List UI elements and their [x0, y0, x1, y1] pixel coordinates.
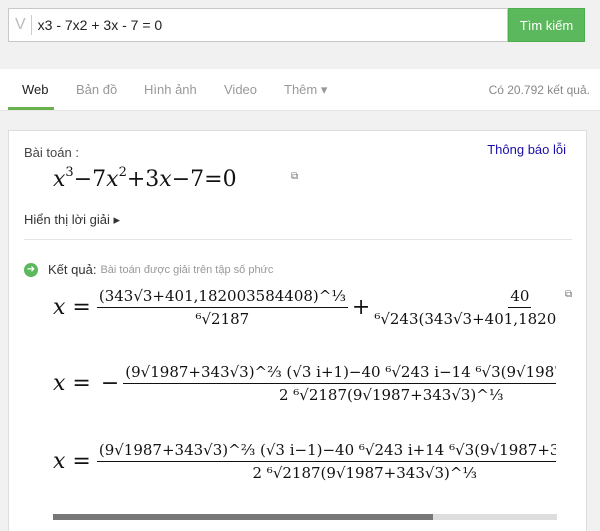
- copy-icon[interactable]: ⧉: [291, 171, 298, 182]
- horizontal-scrollbar[interactable]: [53, 514, 557, 520]
- denominator: 2 ⁶√2187(9√1987+343√3)^⅓: [252, 464, 477, 482]
- tab-video[interactable]: Video: [224, 82, 257, 97]
- denominator: 2 ⁶√2187(9√1987+343√3)^⅓: [278, 386, 504, 404]
- eq-term: x: [159, 167, 172, 192]
- tab-web[interactable]: Web: [22, 82, 49, 97]
- solution-3: x = (9√1987+343√3)^⅔ (√3 i−1)−40 ⁶√243 i…: [53, 441, 556, 482]
- denominator: ⁶√243(343√3+401,182003584408)^⅓: [374, 310, 556, 328]
- tab-bar: Web Bản đồ Hình ảnh Video Thêm ▾ Có 20.7…: [0, 69, 600, 111]
- report-error-link[interactable]: Thông báo lỗi: [487, 142, 566, 157]
- eq-term: +3: [126, 167, 160, 192]
- search-header: V Tìm kiếm: [0, 0, 600, 68]
- active-tab-indicator: [8, 107, 54, 110]
- problem-label: Bài toán :: [24, 145, 79, 160]
- eq-term: −7: [73, 167, 107, 192]
- show-solution-toggle[interactable]: Hiển thị lời giải ▸: [24, 212, 120, 228]
- search-input[interactable]: [31, 17, 492, 33]
- eq-term: x: [53, 167, 66, 192]
- logo: V: [9, 15, 32, 35]
- numerator: (9√1987+343√3)^⅔ (√3 i−1)−40 ⁶√243 i+14 …: [96, 441, 556, 462]
- solutions-viewport: x = (343√3+401,182003584408)^⅓ ⁶√2187 + 4…: [53, 281, 556, 511]
- fraction: (9√1987+343√3)^⅔ (√3 i+1)−40 ⁶√243 i−14 …: [123, 363, 556, 404]
- fraction: 40 ⁶√243(343√3+401,182003584408)^⅓: [374, 287, 556, 328]
- arrow-right-circle-icon: ➜: [24, 262, 38, 277]
- numerator: (343√3+401,182003584408)^⅓: [96, 287, 348, 308]
- eq-exp: 3: [65, 165, 74, 180]
- denominator: ⁶√2187: [195, 310, 250, 328]
- eq-term: x: [106, 167, 119, 192]
- scrollbar-thumb[interactable]: [53, 514, 433, 520]
- eq-exp: 2: [118, 165, 127, 180]
- tab-more[interactable]: Thêm ▾: [284, 82, 327, 98]
- result-note: Bài toán được giải trên tập số phức: [100, 263, 274, 276]
- search-button[interactable]: Tìm kiếm: [508, 8, 585, 42]
- solution-lhs: x =: [53, 371, 91, 396]
- numerator: (9√1987+343√3)^⅔ (√3 i+1)−40 ⁶√243 i−14 …: [123, 363, 556, 384]
- numerator: 40: [508, 287, 532, 308]
- search-box[interactable]: V: [8, 8, 508, 42]
- problem-equation: x3−7x2+3x−7=0: [53, 165, 237, 192]
- tab-images[interactable]: Hình ảnh: [144, 82, 197, 97]
- result-count: Có 20.792 kết quả.: [488, 83, 590, 97]
- tab-maps[interactable]: Bản đồ: [76, 82, 117, 97]
- result-header: ➜ Kết quả: Bài toán được giải trên tập s…: [24, 262, 273, 277]
- operator: −: [100, 371, 120, 396]
- result-label: Kết quả:: [48, 262, 97, 277]
- operator: +: [351, 295, 371, 320]
- fraction: (343√3+401,182003584408)^⅓ ⁶√2187: [96, 287, 348, 328]
- fraction: (9√1987+343√3)^⅔ (√3 i−1)−40 ⁶√243 i+14 …: [96, 441, 556, 482]
- divider: [24, 239, 572, 240]
- copy-icon[interactable]: ⧉: [565, 289, 572, 300]
- eq-term: −7=0: [171, 167, 237, 192]
- solution-1: x = (343√3+401,182003584408)^⅓ ⁶√2187 + 4…: [53, 287, 556, 328]
- solution-lhs: x =: [53, 295, 91, 320]
- math-result-card: Bài toán : Thông báo lỗi x3−7x2+3x−7=0 ⧉…: [8, 130, 587, 531]
- solution-lhs: x =: [53, 449, 91, 474]
- solution-2: x = − (9√1987+343√3)^⅔ (√3 i+1)−40 ⁶√243…: [53, 363, 556, 404]
